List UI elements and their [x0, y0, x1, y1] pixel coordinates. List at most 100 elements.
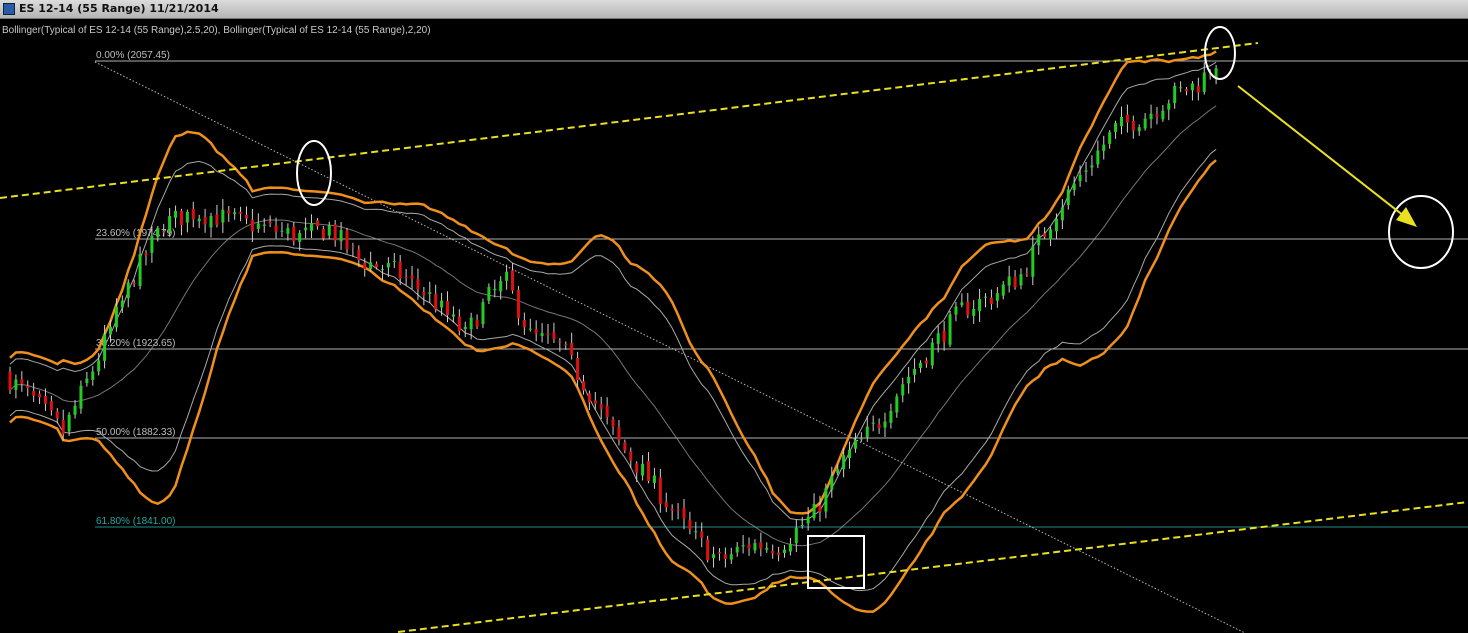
candle-body-3 — [26, 385, 30, 388]
candle-0 — [8, 366, 12, 395]
candle-body-107 — [641, 463, 645, 476]
window-titlebar[interactable]: ES 12-14 (55 Range) 11/21/2014 — [0, 0, 1468, 19]
candle-97 — [581, 374, 585, 395]
candle-body-176 — [1049, 229, 1053, 240]
annotation-circle-left-top — [296, 140, 332, 206]
candle-body-131 — [782, 549, 786, 553]
candle-body-68 — [410, 275, 414, 279]
candle-body-200 — [1190, 83, 1194, 91]
candle-body-148 — [883, 421, 887, 428]
candle-body-56 — [339, 230, 343, 242]
candle-body-55 — [333, 224, 337, 241]
candle-body-42 — [256, 223, 260, 229]
candle-3 — [26, 380, 30, 397]
candle-body-124 — [741, 545, 745, 547]
candle-50 — [304, 217, 308, 239]
candle-body-91 — [546, 333, 550, 335]
candle-body-122 — [729, 554, 733, 560]
candle-84 — [505, 264, 509, 290]
candle-body-84 — [505, 271, 509, 281]
bollinger-inner-upper — [9, 61, 1217, 521]
candle-129 — [771, 544, 775, 559]
candle-body-54 — [327, 225, 331, 236]
candle-8 — [55, 408, 59, 424]
candle-body-96 — [576, 358, 580, 381]
candle-body-51 — [310, 223, 314, 231]
candle-157 — [936, 325, 940, 353]
candle-body-44 — [268, 221, 272, 224]
candle-body-71 — [428, 292, 432, 294]
candle-61 — [369, 251, 373, 272]
candle-101 — [605, 397, 609, 425]
candle-10 — [67, 412, 71, 436]
candle-204 — [1214, 64, 1218, 85]
candle-132 — [788, 537, 792, 556]
candle-146 — [871, 415, 875, 432]
candle-90 — [540, 323, 544, 343]
candle-77 — [463, 321, 467, 338]
candle-body-146 — [871, 422, 875, 424]
candle-body-106 — [635, 463, 639, 473]
candle-body-118 — [706, 539, 710, 561]
candle-119 — [712, 546, 716, 568]
price-chart[interactable]: 0.00% (2057.45)23.60% (1974.79)38.20% (1… — [0, 19, 1468, 633]
candle-body-133 — [794, 527, 798, 544]
candle-body-143 — [853, 439, 857, 449]
fib-diagonal-line — [94, 61, 1246, 633]
candle-150 — [895, 393, 899, 418]
candle-88 — [528, 318, 532, 332]
candle-body-178 — [1060, 207, 1064, 221]
candle-body-163 — [972, 308, 976, 316]
candle-87 — [522, 312, 526, 335]
candle-body-199 — [1185, 89, 1189, 92]
candle-body-116 — [694, 531, 698, 533]
candle-body-121 — [723, 554, 727, 559]
candle-body-76 — [457, 316, 461, 332]
candle-184 — [1096, 140, 1100, 169]
candle-body-189 — [1125, 114, 1129, 123]
candle-body-20 — [126, 282, 130, 299]
candle-179 — [1066, 185, 1070, 210]
candle-11 — [73, 400, 77, 419]
candle-body-174 — [1037, 234, 1041, 246]
candle-body-192 — [1143, 118, 1147, 129]
candle-144 — [859, 432, 863, 442]
candle-body-144 — [859, 438, 863, 440]
candle-174 — [1037, 226, 1041, 255]
candle-body-164 — [978, 298, 982, 312]
candle-147 — [877, 418, 881, 434]
candle-142 — [848, 441, 852, 469]
candle-body-77 — [463, 326, 467, 330]
candle-164 — [978, 288, 982, 322]
candle-172 — [1025, 267, 1029, 277]
candle-57 — [345, 227, 349, 254]
candle-111 — [664, 492, 668, 513]
candle-96 — [576, 351, 580, 388]
candle-186 — [1108, 130, 1112, 149]
arrow-head — [1396, 207, 1417, 227]
candle-body-204 — [1214, 68, 1218, 78]
candle-5 — [38, 390, 42, 404]
candle-117 — [700, 522, 704, 548]
fib-label-4: 61.80% (1841.00) — [96, 516, 176, 527]
candle-body-46 — [280, 230, 284, 232]
candle-120 — [717, 548, 721, 561]
candle-body-171 — [1019, 274, 1023, 286]
candle-body-195 — [1161, 110, 1165, 120]
candle-86 — [516, 285, 520, 326]
candle-55 — [333, 220, 337, 247]
candle-body-150 — [895, 396, 899, 413]
candle-body-191 — [1137, 127, 1141, 132]
candle-body-58 — [351, 246, 355, 248]
candle-191 — [1137, 124, 1141, 136]
candle-body-98 — [587, 393, 591, 403]
candle-body-157 — [936, 333, 940, 344]
candle-body-149 — [889, 411, 893, 423]
candle-body-88 — [528, 328, 532, 330]
candle-body-37 — [227, 210, 231, 214]
candle-body-127 — [759, 542, 763, 549]
candle-body-6 — [43, 396, 47, 404]
candle-body-16 — [103, 334, 107, 361]
candle-131 — [782, 545, 786, 558]
candle-body-97 — [581, 381, 585, 391]
